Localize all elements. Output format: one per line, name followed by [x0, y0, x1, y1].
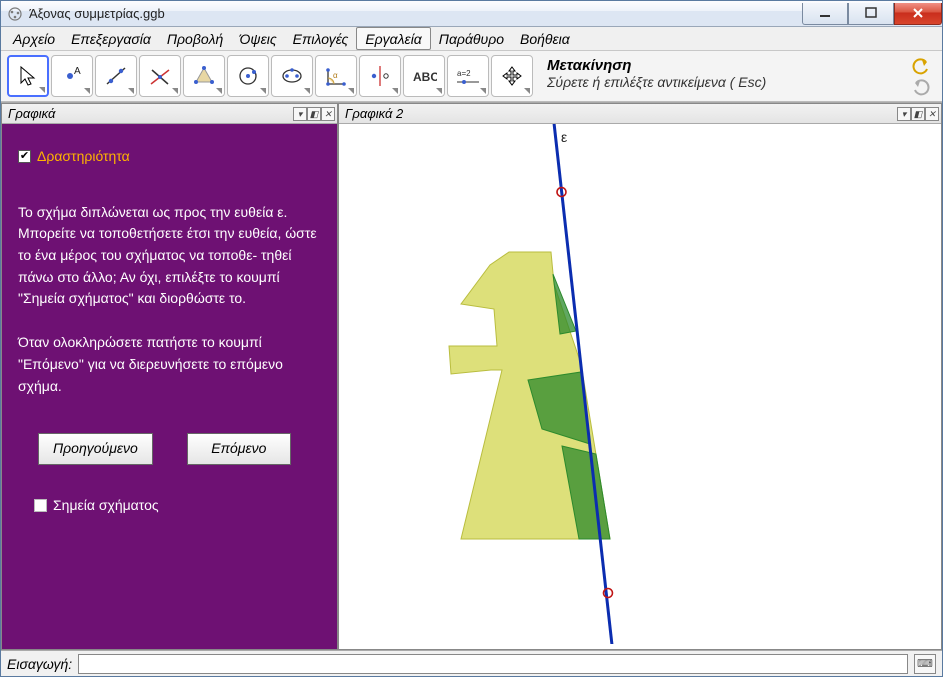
- menu-tools[interactable]: Εργαλεία: [356, 27, 430, 50]
- chevron-down-icon: [392, 88, 398, 94]
- tool-hint-sub: Σύρετε ή επιλέξτε αντικείμενα ( Esc): [547, 74, 892, 90]
- undo-icon[interactable]: [912, 57, 930, 75]
- activity-checkbox[interactable]: [18, 150, 31, 163]
- main-area: Γραφικά ▾ ◧ ✕ Δραστηριότητα Το σχήμα διπ…: [1, 102, 942, 650]
- tool-point[interactable]: A: [51, 55, 93, 97]
- activity-panel: Δραστηριότητα Το σχήμα διπλώνεται ως προ…: [2, 124, 337, 649]
- svg-text:ABC: ABC: [413, 70, 437, 84]
- activity-text-1: Το σχήμα διπλώνεται ως προς την ευθεία ε…: [18, 202, 321, 310]
- chevron-down-icon: [84, 88, 90, 94]
- tool-hint-title: Μετακίνηση: [547, 57, 892, 74]
- line-label: ε: [561, 129, 567, 145]
- input-help-icon[interactable]: ⌨: [914, 654, 936, 674]
- menu-file[interactable]: Αρχείο: [5, 27, 63, 50]
- chevron-down-icon: [260, 88, 266, 94]
- shape-points-row[interactable]: Σημεία σχήματος: [18, 495, 321, 517]
- activity-text-2: Όταν ολοκληρώσετε πατήστε το κουμπί "Επό…: [18, 332, 321, 397]
- tool-circle[interactable]: [227, 55, 269, 97]
- svg-text:α: α: [333, 71, 338, 80]
- shape-points-checkbox[interactable]: [34, 499, 47, 512]
- panel-undock-icon[interactable]: ◧: [911, 107, 925, 121]
- chevron-down-icon: [348, 88, 354, 94]
- svg-text:A: A: [74, 66, 81, 77]
- maximize-button[interactable]: [848, 3, 894, 25]
- menubar: Αρχείο Επεξεργασία Προβολή Όψεις Επιλογέ…: [1, 27, 942, 51]
- chevron-down-icon: [39, 87, 45, 93]
- panel-menu-icon[interactable]: ▾: [293, 107, 307, 121]
- input-field[interactable]: [78, 654, 908, 674]
- minimize-button[interactable]: [802, 3, 848, 25]
- chevron-down-icon: [304, 88, 310, 94]
- tool-hint: Μετακίνηση Σύρετε ή επιλέξτε αντικείμενα…: [535, 55, 904, 97]
- redo-icon[interactable]: [912, 78, 930, 96]
- menu-help[interactable]: Βοήθεια: [512, 27, 578, 50]
- panel-graphics-1: Γραφικά ▾ ◧ ✕ Δραστηριότητα Το σχήμα διπ…: [1, 103, 338, 650]
- tool-move-view[interactable]: [491, 55, 533, 97]
- panel-close-icon[interactable]: ✕: [321, 107, 335, 121]
- tool-ellipse[interactable]: [271, 55, 313, 97]
- panel-close-icon[interactable]: ✕: [925, 107, 939, 121]
- input-label: Εισαγωγή:: [7, 656, 72, 672]
- shape-points-label: Σημεία σχήματος: [53, 495, 159, 517]
- panel-title-left: Γραφικά: [8, 106, 55, 121]
- menu-options[interactable]: Επιλογές: [285, 27, 357, 50]
- tool-reflect[interactable]: [359, 55, 401, 97]
- close-button[interactable]: [894, 3, 942, 25]
- titlebar: Άξονας συμμετρίας.ggb: [1, 1, 942, 27]
- graphics-canvas[interactable]: ε: [339, 124, 941, 649]
- toolbar: A α ABC: [1, 51, 942, 102]
- chevron-down-icon: [128, 88, 134, 94]
- graphics-svg[interactable]: ε: [339, 124, 939, 644]
- chevron-down-icon: [172, 88, 178, 94]
- chevron-down-icon: [436, 88, 442, 94]
- tool-pointer[interactable]: [7, 55, 49, 97]
- chevron-down-icon: [524, 88, 530, 94]
- activity-checkbox-label: Δραστηριότητα: [37, 146, 130, 168]
- tool-polygon[interactable]: [183, 55, 225, 97]
- app-window: Άξονας συμμετρίας.ggb Αρχείο Επεξεργασία…: [0, 0, 943, 677]
- menu-edit[interactable]: Επεξεργασία: [63, 27, 159, 50]
- panel-header-left: Γραφικά ▾ ◧ ✕: [2, 104, 337, 124]
- menu-view[interactable]: Προβολή: [159, 27, 231, 50]
- chevron-down-icon: [216, 88, 222, 94]
- tool-angle[interactable]: α: [315, 55, 357, 97]
- svg-text:a=2: a=2: [457, 69, 471, 78]
- panel-undock-icon[interactable]: ◧: [307, 107, 321, 121]
- prev-button[interactable]: Προηγούμενο: [38, 433, 153, 465]
- panel-graphics-2: Γραφικά 2 ▾ ◧ ✕ ε: [338, 103, 942, 650]
- window-title: Άξονας συμμετρίας.ggb: [29, 6, 165, 21]
- next-button[interactable]: Επόμενο: [187, 433, 291, 465]
- panel-header-right: Γραφικά 2 ▾ ◧ ✕: [339, 104, 941, 124]
- titlebar-left: Άξονας συμμετρίας.ggb: [7, 6, 165, 22]
- tool-perpendicular[interactable]: [139, 55, 181, 97]
- window-buttons: [802, 3, 942, 25]
- tool-text[interactable]: ABC: [403, 55, 445, 97]
- toolbar-right: [906, 55, 936, 97]
- panel-title-right: Γραφικά 2: [345, 106, 403, 121]
- app-icon: [7, 6, 23, 22]
- tool-slider[interactable]: a=2: [447, 55, 489, 97]
- menu-perspectives[interactable]: Όψεις: [231, 27, 284, 50]
- panel-menu-icon[interactable]: ▾: [897, 107, 911, 121]
- activity-checkbox-row[interactable]: Δραστηριότητα: [18, 146, 321, 168]
- tool-line[interactable]: [95, 55, 137, 97]
- menu-window[interactable]: Παράθυρο: [431, 27, 512, 50]
- input-bar: Εισαγωγή: ⌨: [1, 650, 942, 676]
- activity-buttons: Προηγούμενο Επόμενο: [18, 433, 321, 465]
- chevron-down-icon: [480, 88, 486, 94]
